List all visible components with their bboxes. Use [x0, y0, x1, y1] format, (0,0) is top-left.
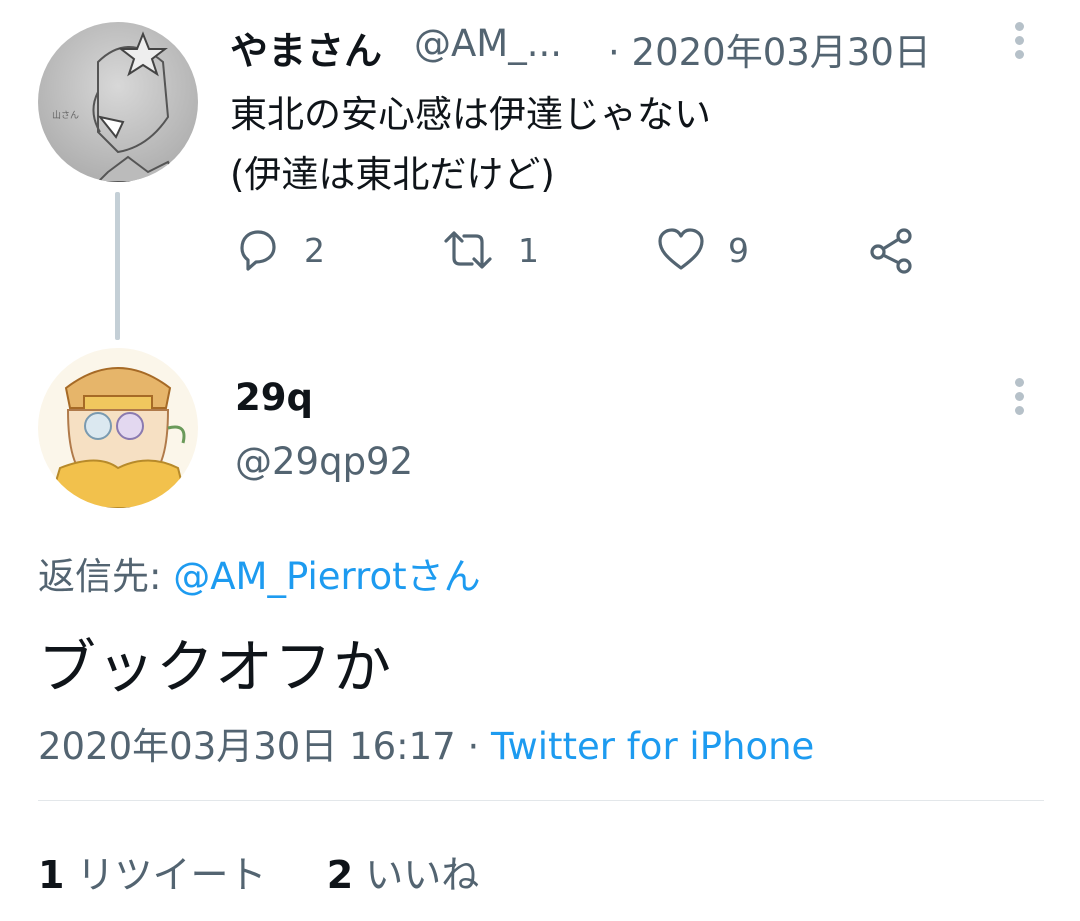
parent-date[interactable]: · 2020年03月30日 — [608, 22, 931, 76]
retweet-icon — [444, 231, 492, 269]
svg-text:山さん: 山さん — [52, 110, 79, 121]
reply-to-line: 返信先: @AM_Pierrotさん — [38, 546, 481, 600]
share-button[interactable] — [866, 226, 916, 280]
reply-to-mention-link[interactable]: @AM_Pierrotさん — [173, 555, 480, 598]
reply-icon — [240, 230, 276, 271]
date-separator: · — [608, 31, 620, 74]
like-stat-count: 2 — [326, 853, 354, 897]
like-count: 9 — [728, 230, 749, 270]
reply-button[interactable]: 2 — [234, 226, 325, 274]
tweet-source-link[interactable]: Twitter for iPhone — [491, 725, 814, 768]
tweet-meta: 2020年03月30日 16:17 · Twitter for iPhone — [38, 716, 814, 770]
divider — [38, 800, 1044, 801]
thread-connector-line — [115, 192, 120, 340]
meta-separator: · — [455, 725, 492, 768]
share-icon — [870, 228, 912, 274]
engagement-stats: 1 リツイート 2 いいね — [38, 844, 479, 899]
retweet-button[interactable]: 1 — [440, 226, 539, 274]
like-stat-label: いいね — [365, 853, 480, 897]
avatar-29q[interactable] — [38, 348, 198, 508]
parent-tweet-line-1: 東北の安心感は伊達じゃない — [230, 93, 711, 136]
reply-to-prefix: 返信先: — [38, 555, 174, 598]
retweet-stat-label: リツイート — [76, 853, 267, 897]
like-stat[interactable]: 2 いいね — [327, 853, 480, 897]
author-display-name[interactable]: 29q — [235, 376, 313, 419]
main-more-button[interactable] — [1015, 378, 1025, 420]
like-button[interactable]: 9 — [656, 226, 749, 274]
parent-tweet-line-2: (伊達は東北だけど) — [230, 153, 555, 196]
retweet-stat[interactable]: 1 リツイート — [38, 853, 267, 897]
main-tweet-text: ブックオフか — [38, 633, 393, 701]
reply-count: 2 — [304, 230, 325, 270]
retweet-count: 1 — [518, 230, 539, 270]
parent-display-name[interactable]: やまさん — [230, 20, 382, 75]
like-icon — [658, 228, 704, 270]
parent-handle[interactable]: @AM_... — [414, 22, 562, 65]
author-handle[interactable]: @29qp92 — [235, 440, 413, 483]
retweet-stat-count: 1 — [38, 853, 65, 897]
avatar-yamasan[interactable]: 山さん — [38, 22, 198, 182]
avatar-sketch-image: 山さん — [38, 22, 198, 182]
avatar-illustration-image — [38, 348, 198, 508]
parent-date-text: 2020年03月30日 — [631, 31, 931, 74]
tweet-timestamp[interactable]: 2020年03月30日 16:17 — [38, 725, 456, 768]
parent-more-button[interactable] — [1015, 22, 1025, 64]
